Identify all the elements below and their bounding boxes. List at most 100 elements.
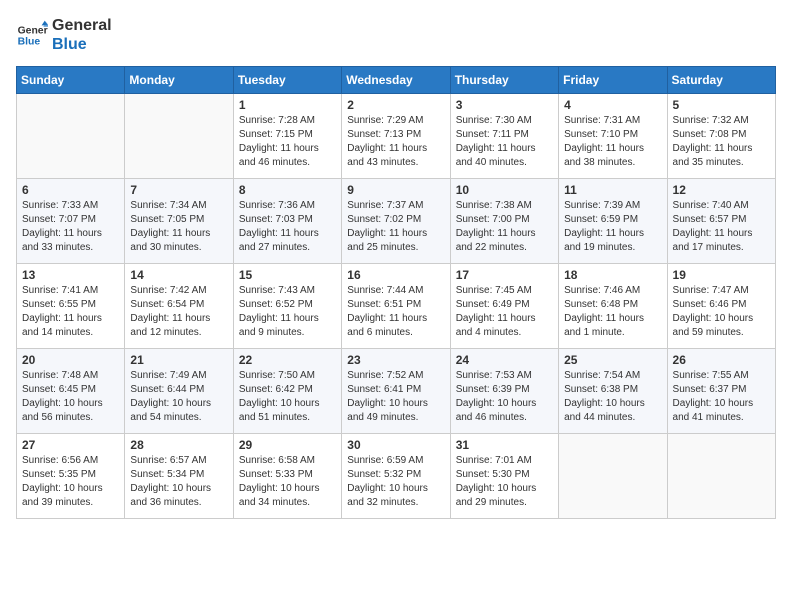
daylight: Daylight: 11 hours and 25 minutes. xyxy=(347,228,427,253)
calendar-cell: 9 Sunrise: 7:37 AM Sunset: 7:02 PM Dayli… xyxy=(342,179,450,264)
calendar-cell xyxy=(125,94,233,179)
page-header: General Blue General Blue xyxy=(16,16,776,54)
day-number: 13 xyxy=(22,268,119,282)
day-number: 23 xyxy=(347,353,444,367)
daylight: Daylight: 11 hours and 46 minutes. xyxy=(239,143,319,168)
sunrise: Sunrise: 7:44 AM xyxy=(347,285,423,296)
daylight: Daylight: 11 hours and 35 minutes. xyxy=(673,143,753,168)
sunset: Sunset: 7:03 PM xyxy=(239,214,313,225)
day-info: Sunrise: 7:36 AM Sunset: 7:03 PM Dayligh… xyxy=(239,199,336,255)
sunrise: Sunrise: 7:30 AM xyxy=(456,115,532,126)
svg-text:General: General xyxy=(18,26,48,37)
sunset: Sunset: 6:44 PM xyxy=(130,384,204,395)
daylight: Daylight: 10 hours and 36 minutes. xyxy=(130,483,211,508)
sunrise: Sunrise: 7:50 AM xyxy=(239,370,315,381)
daylight: Daylight: 10 hours and 46 minutes. xyxy=(456,398,537,423)
weekday-header-thursday: Thursday xyxy=(450,67,558,94)
day-info: Sunrise: 7:49 AM Sunset: 6:44 PM Dayligh… xyxy=(130,369,227,425)
sunrise: Sunrise: 7:34 AM xyxy=(130,200,206,211)
sunrise: Sunrise: 6:59 AM xyxy=(347,455,423,466)
day-info: Sunrise: 7:53 AM Sunset: 6:39 PM Dayligh… xyxy=(456,369,553,425)
calendar-cell: 8 Sunrise: 7:36 AM Sunset: 7:03 PM Dayli… xyxy=(233,179,341,264)
weekday-header-sunday: Sunday xyxy=(17,67,125,94)
day-info: Sunrise: 7:41 AM Sunset: 6:55 PM Dayligh… xyxy=(22,284,119,340)
day-number: 6 xyxy=(22,183,119,197)
daylight: Daylight: 10 hours and 34 minutes. xyxy=(239,483,320,508)
daylight: Daylight: 11 hours and 27 minutes. xyxy=(239,228,319,253)
sunrise: Sunrise: 7:41 AM xyxy=(22,285,98,296)
daylight: Daylight: 11 hours and 9 minutes. xyxy=(239,313,319,338)
day-info: Sunrise: 7:45 AM Sunset: 6:49 PM Dayligh… xyxy=(456,284,553,340)
sunrise: Sunrise: 7:37 AM xyxy=(347,200,423,211)
day-info: Sunrise: 7:39 AM Sunset: 6:59 PM Dayligh… xyxy=(564,199,661,255)
sunset: Sunset: 6:39 PM xyxy=(456,384,530,395)
calendar-cell: 28 Sunrise: 6:57 AM Sunset: 5:34 PM Dayl… xyxy=(125,434,233,519)
day-number: 20 xyxy=(22,353,119,367)
daylight: Daylight: 11 hours and 40 minutes. xyxy=(456,143,536,168)
calendar-week-4: 20 Sunrise: 7:48 AM Sunset: 6:45 PM Dayl… xyxy=(17,349,776,434)
day-info: Sunrise: 6:57 AM Sunset: 5:34 PM Dayligh… xyxy=(130,454,227,510)
calendar-cell: 26 Sunrise: 7:55 AM Sunset: 6:37 PM Dayl… xyxy=(667,349,775,434)
sunrise: Sunrise: 7:46 AM xyxy=(564,285,640,296)
sunrise: Sunrise: 7:29 AM xyxy=(347,115,423,126)
sunset: Sunset: 5:32 PM xyxy=(347,469,421,480)
calendar-cell: 5 Sunrise: 7:32 AM Sunset: 7:08 PM Dayli… xyxy=(667,94,775,179)
day-number: 2 xyxy=(347,98,444,112)
daylight: Daylight: 10 hours and 56 minutes. xyxy=(22,398,103,423)
day-info: Sunrise: 7:29 AM Sunset: 7:13 PM Dayligh… xyxy=(347,114,444,170)
calendar-cell: 24 Sunrise: 7:53 AM Sunset: 6:39 PM Dayl… xyxy=(450,349,558,434)
daylight: Daylight: 11 hours and 19 minutes. xyxy=(564,228,644,253)
daylight: Daylight: 11 hours and 30 minutes. xyxy=(130,228,210,253)
sunset: Sunset: 6:42 PM xyxy=(239,384,313,395)
day-number: 5 xyxy=(673,98,770,112)
daylight: Daylight: 11 hours and 43 minutes. xyxy=(347,143,427,168)
calendar-cell: 16 Sunrise: 7:44 AM Sunset: 6:51 PM Dayl… xyxy=(342,264,450,349)
calendar-cell: 14 Sunrise: 7:42 AM Sunset: 6:54 PM Dayl… xyxy=(125,264,233,349)
daylight: Daylight: 10 hours and 39 minutes. xyxy=(22,483,103,508)
day-number: 17 xyxy=(456,268,553,282)
day-number: 27 xyxy=(22,438,119,452)
day-info: Sunrise: 7:46 AM Sunset: 6:48 PM Dayligh… xyxy=(564,284,661,340)
sunset: Sunset: 7:00 PM xyxy=(456,214,530,225)
calendar-cell: 27 Sunrise: 6:56 AM Sunset: 5:35 PM Dayl… xyxy=(17,434,125,519)
day-info: Sunrise: 7:42 AM Sunset: 6:54 PM Dayligh… xyxy=(130,284,227,340)
daylight: Daylight: 10 hours and 54 minutes. xyxy=(130,398,211,423)
sunset: Sunset: 6:46 PM xyxy=(673,299,747,310)
daylight: Daylight: 11 hours and 12 minutes. xyxy=(130,313,210,338)
weekday-header-friday: Friday xyxy=(559,67,667,94)
day-number: 7 xyxy=(130,183,227,197)
daylight: Daylight: 10 hours and 41 minutes. xyxy=(673,398,754,423)
calendar-cell: 6 Sunrise: 7:33 AM Sunset: 7:07 PM Dayli… xyxy=(17,179,125,264)
sunrise: Sunrise: 7:36 AM xyxy=(239,200,315,211)
sunset: Sunset: 6:57 PM xyxy=(673,214,747,225)
sunrise: Sunrise: 6:57 AM xyxy=(130,455,206,466)
day-number: 24 xyxy=(456,353,553,367)
calendar-cell: 7 Sunrise: 7:34 AM Sunset: 7:05 PM Dayli… xyxy=(125,179,233,264)
calendar-cell xyxy=(559,434,667,519)
day-info: Sunrise: 7:31 AM Sunset: 7:10 PM Dayligh… xyxy=(564,114,661,170)
calendar-week-1: 1 Sunrise: 7:28 AM Sunset: 7:15 PM Dayli… xyxy=(17,94,776,179)
sunrise: Sunrise: 7:54 AM xyxy=(564,370,640,381)
calendar-cell: 19 Sunrise: 7:47 AM Sunset: 6:46 PM Dayl… xyxy=(667,264,775,349)
sunset: Sunset: 7:11 PM xyxy=(456,129,529,140)
day-number: 16 xyxy=(347,268,444,282)
calendar-week-2: 6 Sunrise: 7:33 AM Sunset: 7:07 PM Dayli… xyxy=(17,179,776,264)
sunrise: Sunrise: 7:01 AM xyxy=(456,455,532,466)
daylight: Daylight: 11 hours and 1 minute. xyxy=(564,313,644,338)
sunset: Sunset: 6:52 PM xyxy=(239,299,313,310)
sunset: Sunset: 7:10 PM xyxy=(564,129,638,140)
calendar-cell: 25 Sunrise: 7:54 AM Sunset: 6:38 PM Dayl… xyxy=(559,349,667,434)
day-number: 19 xyxy=(673,268,770,282)
logo-general: General xyxy=(52,16,112,35)
calendar-cell xyxy=(667,434,775,519)
daylight: Daylight: 10 hours and 44 minutes. xyxy=(564,398,645,423)
sunrise: Sunrise: 7:43 AM xyxy=(239,285,315,296)
sunset: Sunset: 6:59 PM xyxy=(564,214,638,225)
day-number: 18 xyxy=(564,268,661,282)
day-number: 10 xyxy=(456,183,553,197)
header-row: SundayMondayTuesdayWednesdayThursdayFrid… xyxy=(17,67,776,94)
day-info: Sunrise: 7:28 AM Sunset: 7:15 PM Dayligh… xyxy=(239,114,336,170)
daylight: Daylight: 11 hours and 17 minutes. xyxy=(673,228,753,253)
sunrise: Sunrise: 7:39 AM xyxy=(564,200,640,211)
day-info: Sunrise: 7:33 AM Sunset: 7:07 PM Dayligh… xyxy=(22,199,119,255)
